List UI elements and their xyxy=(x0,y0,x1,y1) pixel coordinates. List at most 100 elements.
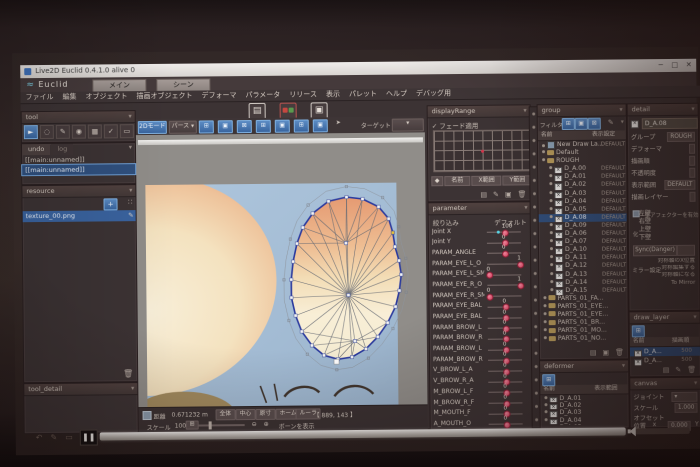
menu-item[interactable]: ヘルプ xyxy=(386,89,407,100)
tool-icon[interactable]: ▭ xyxy=(120,124,134,138)
view-button[interactable]: 中心 xyxy=(236,409,256,420)
brush-icon[interactable]: ✎ xyxy=(608,119,614,127)
display-range-header[interactable]: displayRange ▾ xyxy=(428,105,530,118)
parameter-track[interactable]: 0 xyxy=(488,392,522,393)
mode-2d-button[interactable]: 2Dモード xyxy=(138,121,167,134)
add-resource-button[interactable]: + xyxy=(103,198,117,210)
edit-icon[interactable]: ✎ xyxy=(493,191,499,199)
parameter-track[interactable]: 0 xyxy=(487,296,521,297)
edit-icon[interactable]: ✎ xyxy=(675,366,681,374)
close-button[interactable]: ✕ xyxy=(682,60,695,71)
canvas-tool-icon[interactable]: ▣ xyxy=(218,120,233,133)
visibility-eye-icon[interactable] xyxy=(549,174,552,177)
draw-layer-row[interactable]: D_A... 500 xyxy=(630,356,700,366)
undo-icon[interactable]: ↶ xyxy=(36,433,43,442)
visibility-eye-icon[interactable] xyxy=(550,247,553,250)
deformer-filter-icon[interactable]: ⊞ xyxy=(542,374,555,386)
visibility-eye-icon[interactable] xyxy=(549,183,552,186)
frame-icon[interactable]: ▭ xyxy=(65,433,73,442)
resource-item[interactable]: texture_00.png ✎ xyxy=(23,210,136,222)
menu-item[interactable]: パラメータ xyxy=(245,90,280,101)
visibility-eye-icon[interactable] xyxy=(545,411,548,414)
zoom-in-icon[interactable]: ⊕ xyxy=(264,421,269,428)
parameter-track[interactable]: 0 xyxy=(488,328,522,329)
visibility-eye-icon[interactable] xyxy=(550,215,553,218)
folder-add-icon[interactable]: ▣ xyxy=(602,349,609,357)
menu-item[interactable]: 編集 xyxy=(62,92,76,103)
parameter-knob[interactable] xyxy=(486,272,493,279)
pause-button[interactable]: ❚❚ xyxy=(80,429,98,445)
flow-arrow-icon[interactable]: ➤ xyxy=(336,119,341,130)
canvas-tool-icon[interactable]: ▣ xyxy=(313,119,328,132)
panel-menu-icon[interactable]: ▾ xyxy=(129,185,132,196)
scale-slider[interactable] xyxy=(199,424,245,426)
tool-icon[interactable]: ◌ xyxy=(40,125,54,139)
parameter-track[interactable]: 0 xyxy=(488,306,522,307)
visibility-eye-icon[interactable] xyxy=(550,223,553,226)
sync-danger-button[interactable]: Sync(Danger) xyxy=(633,245,677,256)
panel-menu-icon[interactable]: ▾ xyxy=(622,360,625,371)
trash-icon[interactable]: 🗑 xyxy=(123,369,133,378)
parameter-track[interactable]: 100 xyxy=(487,231,521,232)
tool-icon[interactable]: ► xyxy=(24,125,38,139)
tool-detail-header[interactable]: tool_detail ▾ xyxy=(24,383,137,396)
tool-icon[interactable]: ✓ xyxy=(104,124,118,138)
detail-field-value[interactable] xyxy=(689,192,695,202)
filter-layer-icon[interactable]: ⊠ xyxy=(588,118,601,130)
tool-icon[interactable]: ✎ xyxy=(56,125,70,139)
tool-panel-header[interactable]: tool ▾ xyxy=(22,111,135,124)
menu-item[interactable]: デバッグ用 xyxy=(416,88,451,99)
parameter-track[interactable]: 0 xyxy=(489,413,523,414)
visibility-eye-icon[interactable] xyxy=(544,304,547,307)
visibility-eye-icon[interactable] xyxy=(542,150,545,153)
target-dropdown[interactable]: ▾ xyxy=(392,118,424,131)
visibility-eye-icon[interactable] xyxy=(544,336,547,339)
filter-mesh-icon[interactable]: ▣ xyxy=(575,118,588,130)
menu-item[interactable]: 表示 xyxy=(326,89,340,100)
dropdown-icon[interactable]: ▾ xyxy=(621,118,624,125)
distance-checkbox[interactable] xyxy=(143,411,152,420)
view-button[interactable]: 原寸 xyxy=(256,409,276,420)
deformer-panel-header[interactable]: deformer ▾ xyxy=(540,360,628,373)
undo-entry[interactable]: [[main:unnamed]] xyxy=(22,164,135,175)
visibility-eye-icon[interactable] xyxy=(544,328,547,331)
visibility-eye-icon[interactable] xyxy=(545,418,548,421)
wall-checkbox[interactable] xyxy=(633,210,640,217)
canvas-tool-icon[interactable]: ▣ xyxy=(275,120,290,133)
visibility-eye-icon[interactable] xyxy=(549,166,552,169)
tool-icon[interactable]: ▦ xyxy=(88,124,102,138)
parameter-track[interactable]: 0 xyxy=(487,242,521,243)
menu-item[interactable]: デフォーマ xyxy=(201,90,236,101)
parameter-track[interactable]: 1 xyxy=(487,285,521,286)
visibility-eye-icon[interactable] xyxy=(550,272,553,275)
range-grid[interactable] xyxy=(433,129,532,172)
parameter-track[interactable]: 0 xyxy=(487,274,521,275)
tab-log[interactable]: log xyxy=(51,144,73,155)
pencil-icon[interactable]: ✎ xyxy=(50,433,57,442)
parameter-knob[interactable] xyxy=(486,293,493,300)
draw-layer-header[interactable]: draw_layer ▾ xyxy=(630,312,700,325)
parameter-panel-header[interactable]: parameter ▾ xyxy=(429,202,531,215)
canvas-tool-icon[interactable]: ⊠ xyxy=(237,120,252,133)
texture-canvas[interactable] xyxy=(136,132,428,407)
seek-bar-remainder[interactable] xyxy=(634,428,690,435)
visibility-eye-icon[interactable] xyxy=(550,239,553,242)
visibility-eye-icon[interactable] xyxy=(550,288,553,291)
parameter-track[interactable]: 0 xyxy=(488,338,522,339)
canvas-tool-icon[interactable]: ⊞ xyxy=(294,119,309,132)
menu-item[interactable]: オブジェクト xyxy=(85,91,127,102)
perspective-dropdown[interactable]: パース ▾ xyxy=(169,121,197,134)
visibility-eye-icon[interactable] xyxy=(544,396,547,399)
visibility-eye-icon[interactable] xyxy=(550,264,553,267)
parameter-track[interactable]: 0 xyxy=(488,349,522,350)
visibility-eye-icon[interactable] xyxy=(550,255,553,258)
key-icon[interactable]: ◆ xyxy=(431,176,443,186)
panel-menu-icon[interactable]: ▾ xyxy=(691,104,694,115)
canvas-panel-header[interactable]: canvas ▾ xyxy=(630,378,700,391)
zoom-out-icon[interactable]: ⊖ xyxy=(252,421,257,428)
canvas-tool-icon[interactable]: ⊞ xyxy=(199,120,214,133)
panel-menu-icon[interactable]: ▾ xyxy=(129,143,135,154)
detail-field-value[interactable]: DEFAULT xyxy=(664,180,695,190)
parameter-track[interactable]: 1 xyxy=(487,263,521,264)
panel-menu-icon[interactable]: ▾ xyxy=(128,111,131,122)
